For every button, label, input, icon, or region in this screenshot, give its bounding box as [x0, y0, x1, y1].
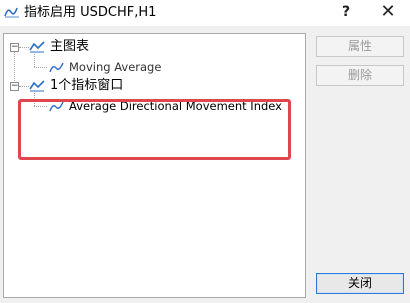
close-button[interactable]: 关闭 [316, 273, 404, 294]
close-window-button[interactable]: ✕ [376, 0, 400, 26]
window-title: 指标启用 USDCHF,H1 [24, 5, 157, 20]
chart-window-icon [29, 41, 45, 53]
indicator-wave-icon [4, 7, 19, 18]
tree-node-main-chart[interactable]: − 主图表 [4, 38, 294, 56]
tree-node-label: 1个指标窗口 [50, 78, 124, 93]
tree-item-adx[interactable]: Average Directional Movement Index [4, 97, 294, 115]
tree-item-moving-average[interactable]: Moving Average [4, 58, 294, 76]
chart-window-icon [29, 80, 45, 92]
delete-button[interactable]: 删除 [316, 65, 404, 86]
indicator-label: Average Directional Movement Index [69, 99, 282, 113]
properties-button[interactable]: 属性 [316, 36, 404, 57]
indicator-line-icon [49, 101, 64, 112]
tree-node-label: 主图表 [50, 39, 90, 54]
help-button[interactable]: ? [332, 0, 360, 26]
collapse-toggle[interactable]: − [10, 82, 19, 91]
indicator-label: Moving Average [69, 60, 162, 74]
tree-node-indicator-window[interactable]: − 1个指标窗口 [4, 77, 294, 95]
collapse-toggle[interactable]: − [10, 43, 19, 52]
title-bar: 指标启用 USDCHF,H1 ? ✕ [0, 0, 410, 26]
indicator-tree[interactable]: − 主图表 Moving Average − 1个指标窗口 Average Di… [3, 33, 306, 298]
indicator-line-icon [49, 62, 64, 73]
